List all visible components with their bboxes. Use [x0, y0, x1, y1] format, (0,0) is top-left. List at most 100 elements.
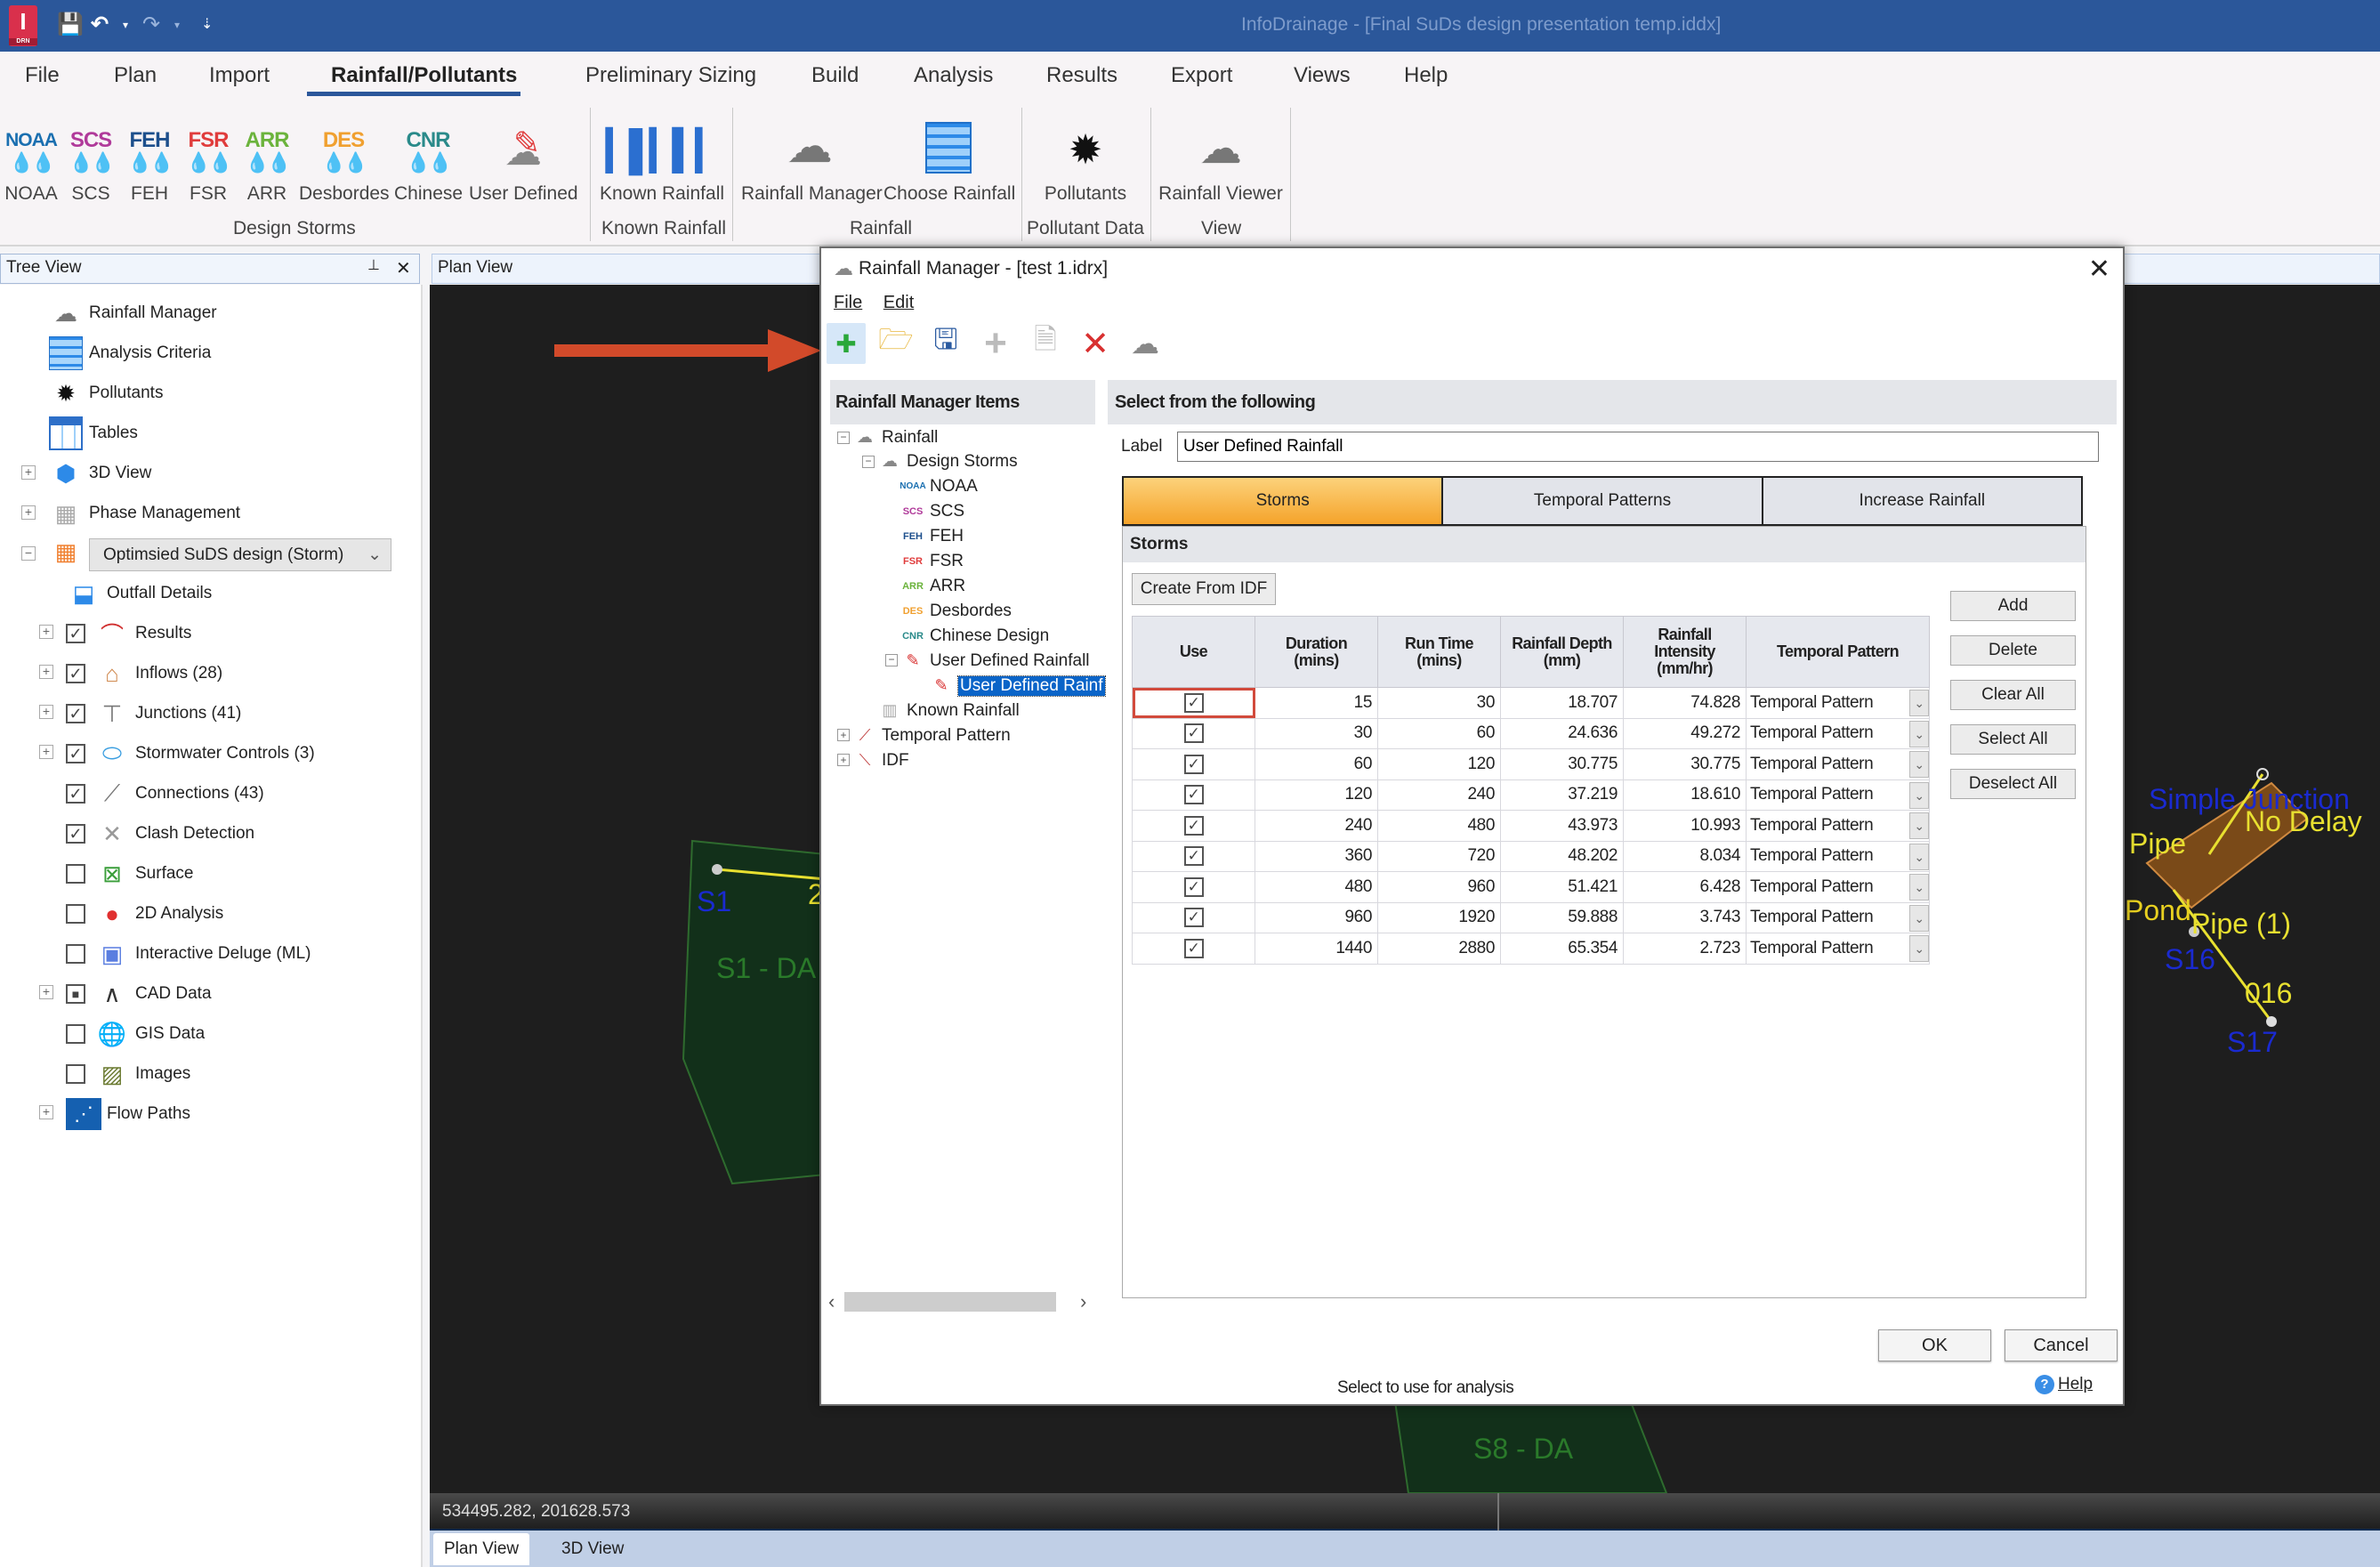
tab-plan-view[interactable]: Plan View: [433, 1533, 530, 1565]
rainfall-depth-cell[interactable]: 43.973: [1500, 810, 1624, 842]
table-row[interactable]: ✓ 1440 2880 65.354 2.723 Temporal Pattern ⌄: [1132, 933, 1930, 965]
delete-storm-button[interactable]: Delete: [1950, 635, 2076, 666]
clash-detection-checkbox[interactable]: ✓: [66, 824, 85, 844]
tree-item-surface[interactable]: ⊠ Surface: [66, 856, 193, 892]
chevron-down-icon[interactable]: ⌄: [1909, 843, 1929, 870]
duration-cell[interactable]: 1440: [1255, 933, 1378, 965]
use-checkbox[interactable]: ✓: [1183, 876, 1204, 897]
stormwater-controls-checkbox[interactable]: ✓: [66, 744, 85, 763]
table-row[interactable]: ✓ 30 60 24.636 49.272 Temporal Pattern ⌄: [1132, 717, 1930, 749]
temporal-pattern-select[interactable]: Temporal Pattern ⌄: [1746, 871, 1930, 903]
run-time-cell[interactable]: 2880: [1377, 933, 1501, 965]
table-row[interactable]: ✓ 960 1920 59.888 3.743 Temporal Pattern ⌄: [1132, 901, 1930, 933]
cancel-button[interactable]: Cancel: [2005, 1329, 2118, 1361]
rainfall-depth-cell[interactable]: 65.354: [1500, 933, 1624, 965]
run-time-cell[interactable]: 1920: [1377, 901, 1501, 933]
tree-item-images[interactable]: ▨ Images: [66, 1056, 190, 1092]
chevron-down-icon[interactable]: ⌄: [1909, 751, 1929, 778]
chinese-button[interactable]: CNR 💧💧 Chinese: [394, 118, 463, 206]
dialog-close-button[interactable]: ✕: [2088, 254, 2110, 285]
phase-select[interactable]: Optimsied SuDS design (Storm) ⌄: [89, 538, 391, 571]
column-header[interactable]: Rainfall Intensity (mm/hr): [1623, 616, 1747, 688]
rainfall-depth-cell[interactable]: 24.636: [1500, 717, 1624, 749]
table-row[interactable]: ✓ 240 480 43.973 10.993 Temporal Pattern ⌄: [1132, 810, 1930, 842]
rainfall-depth-cell[interactable]: 37.219: [1500, 779, 1624, 811]
use-cell[interactable]: ✓: [1132, 840, 1255, 872]
inflows-checkbox[interactable]: ✓: [66, 664, 85, 683]
use-checkbox[interactable]: ✓: [1183, 938, 1204, 958]
table-row[interactable]: ✓ 15 30 18.707 74.828 Temporal Pattern ⌄: [1132, 687, 1930, 719]
use-checkbox[interactable]: ✓: [1183, 723, 1204, 744]
feh-button[interactable]: FEH 💧💧 FEH: [123, 118, 176, 206]
tree-horizontal-scrollbar[interactable]: ‹ ›: [827, 1289, 1098, 1314]
rainfall-viewer-button[interactable]: ☁: [1125, 323, 1165, 364]
use-cell[interactable]: ✓: [1132, 748, 1255, 780]
rainfall-intensity-cell[interactable]: 8.034: [1623, 840, 1747, 872]
add-button[interactable]: +: [976, 321, 1015, 365]
arr-button[interactable]: ARR 💧💧 ARR: [240, 118, 294, 206]
deselect-all-button[interactable]: Deselect All: [1950, 769, 2076, 799]
tree-node-known-rainfall[interactable]: ▥ Known Rainfall: [876, 699, 1019, 723]
new-rainfall-button[interactable]: ✚: [827, 323, 866, 364]
run-time-cell[interactable]: 30: [1377, 687, 1501, 719]
tree-item-interactive-deluge[interactable]: ▣ Interactive Deluge (ML): [66, 936, 311, 972]
table-row[interactable]: ✓ 60 120 30.775 30.775 Temporal Pattern ⌄: [1132, 748, 1930, 780]
redo-icon[interactable]: ↷: [142, 12, 160, 37]
use-checkbox[interactable]: ✓: [1183, 908, 1204, 928]
label-input[interactable]: [1177, 432, 2099, 462]
tree-item-pollutants[interactable]: ✹ Pollutants: [48, 376, 163, 411]
interactive-deluge-checkbox[interactable]: [66, 944, 85, 964]
tab-increase-rainfall[interactable]: Increase Rainfall: [1763, 478, 2081, 524]
chevron-down-icon[interactable]: ⌄: [1909, 812, 1929, 839]
expand-results[interactable]: +: [39, 625, 53, 639]
rainfall-depth-cell[interactable]: 48.202: [1500, 840, 1624, 872]
open-button[interactable]: 🗁: [876, 323, 916, 364]
tree-item-inflows[interactable]: ✓ ⌂ Inflows (28): [66, 656, 222, 691]
duration-cell[interactable]: 120: [1255, 779, 1378, 811]
rainfall-depth-cell[interactable]: 51.421: [1500, 871, 1624, 903]
rainfall-intensity-cell[interactable]: 74.828: [1623, 687, 1747, 719]
run-time-cell[interactable]: 120: [1377, 748, 1501, 780]
rainfall-intensity-cell[interactable]: 2.723: [1623, 933, 1747, 965]
use-cell[interactable]: ✓: [1132, 717, 1255, 749]
use-cell[interactable]: ✓: [1132, 779, 1255, 811]
copy-button[interactable]: 🗎: [1026, 323, 1065, 364]
run-time-cell[interactable]: 240: [1377, 779, 1501, 811]
tree-node-desbordes[interactable]: DES Desbordes: [900, 599, 1012, 623]
expand-cad-data[interactable]: +: [39, 985, 53, 999]
tree-item-stormwater-controls[interactable]: ✓ ⬭ Stormwater Controls (3): [66, 736, 315, 771]
expand-inflows[interactable]: +: [39, 665, 53, 679]
customize-toolbar-icon[interactable]: ⇣: [201, 12, 213, 37]
temporal-pattern-select[interactable]: Temporal Pattern ⌄: [1746, 933, 1930, 965]
use-cell[interactable]: ✓: [1132, 687, 1255, 719]
tab-export[interactable]: Export: [1171, 62, 1232, 89]
chevron-down-icon[interactable]: ⌄: [1909, 690, 1929, 716]
duration-cell[interactable]: 960: [1255, 901, 1378, 933]
tab-build[interactable]: Build: [811, 62, 859, 89]
surface-checkbox[interactable]: [66, 864, 85, 884]
ok-button[interactable]: OK: [1878, 1329, 1991, 1361]
chevron-down-icon[interactable]: ⌄: [1909, 904, 1929, 932]
redo-dropdown-icon[interactable]: ▾: [174, 12, 180, 37]
chevron-down-icon[interactable]: ⌄: [1909, 781, 1929, 809]
collapse-user-defined[interactable]: −: [885, 654, 898, 666]
menu-file[interactable]: File: [834, 293, 862, 312]
tree-item-analysis-criteria[interactable]: Analysis Criteria: [48, 335, 211, 371]
temporal-pattern-select[interactable]: Temporal Pattern ⌄: [1746, 687, 1930, 719]
use-cell[interactable]: ✓: [1132, 810, 1255, 842]
scs-button[interactable]: SCS 💧💧 SCS: [64, 118, 117, 206]
save-icon[interactable]: 💾: [57, 12, 84, 37]
chevron-down-icon[interactable]: ⌄: [1909, 935, 1929, 962]
tab-import[interactable]: Import: [209, 62, 270, 89]
tab-plan[interactable]: Plan: [114, 62, 157, 89]
run-time-cell[interactable]: 720: [1377, 840, 1501, 872]
rainfall-manager-button[interactable]: ☁ Rainfall Manager: [741, 118, 883, 206]
clear-all-button[interactable]: Clear All: [1950, 680, 2076, 710]
run-time-cell[interactable]: 480: [1377, 810, 1501, 842]
duration-cell[interactable]: 15: [1255, 687, 1378, 719]
duration-cell[interactable]: 30: [1255, 717, 1378, 749]
rainfall-intensity-cell[interactable]: 49.272: [1623, 717, 1747, 749]
tree-item-junctions[interactable]: ✓ ⊤ Junctions (41): [66, 696, 241, 731]
tree-node-design-storms[interactable]: ☁ Design Storms: [876, 449, 1018, 473]
tree-node-idf[interactable]: ⟍ IDF: [851, 748, 909, 772]
